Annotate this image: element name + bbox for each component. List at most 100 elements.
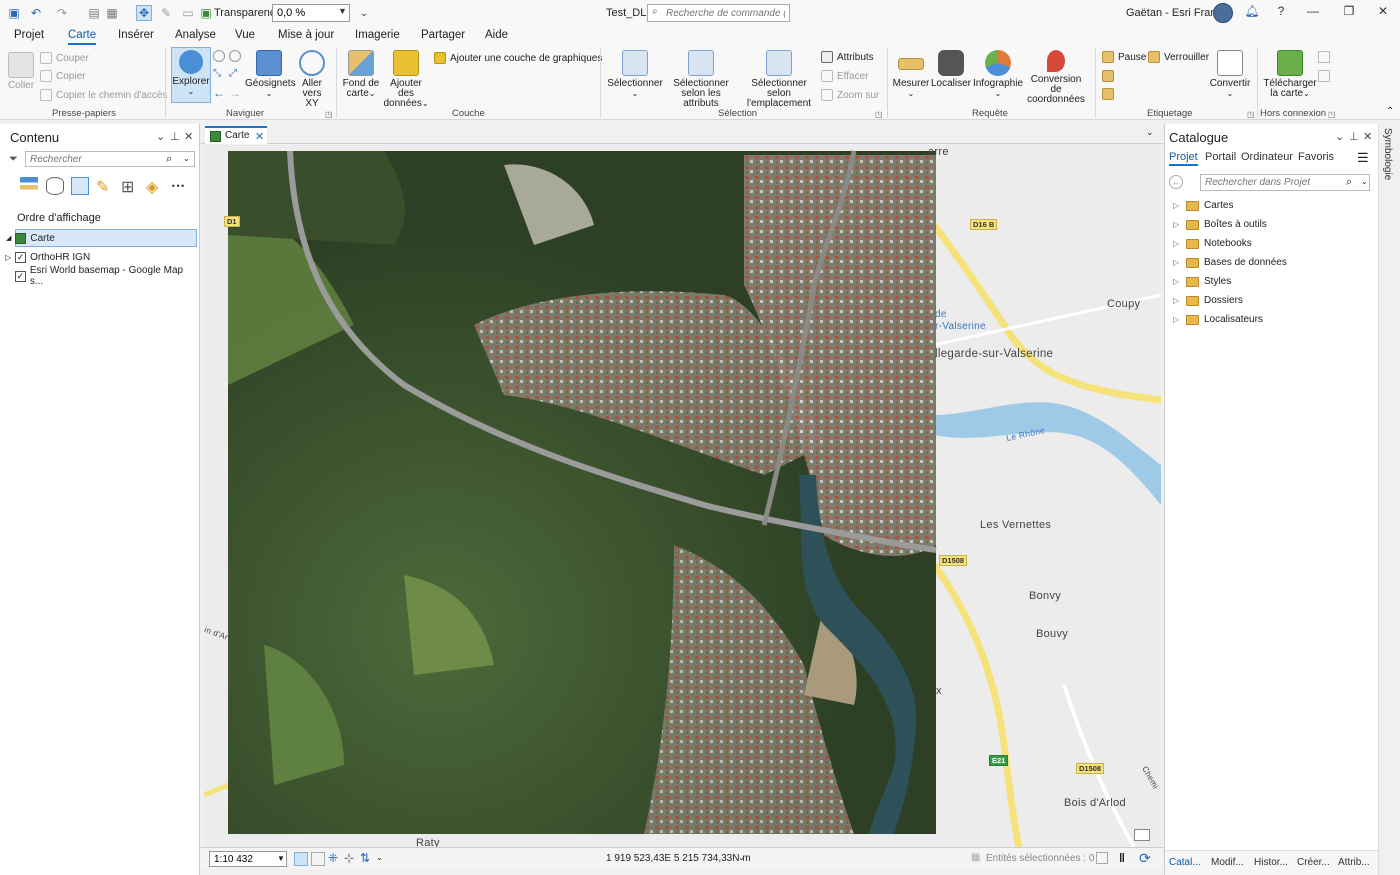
grid-icon[interactable] [294,852,308,866]
filter-icon[interactable]: ⏷ [9,153,18,166]
expand-caret-icon[interactable]: ◢ [6,234,11,242]
tab-imagerie[interactable]: Imagerie [355,29,400,41]
pane-menu-icon[interactable]: ⌄ [156,130,165,143]
close-icon[interactable]: ✕ [1363,130,1372,143]
download-map-button[interactable]: Télécharger la carte⌄ [1262,50,1318,99]
convert-coordinates-button[interactable]: Conversion de coordonnées [1024,50,1088,105]
catalog-tab-favorites[interactable]: Favoris [1298,151,1334,163]
attribution-icon[interactable] [1134,829,1150,841]
select-by-attributes-button[interactable]: Sélectionner selon les attributs [664,50,738,109]
list-by-snapping-icon[interactable]: ⊞ [121,177,139,196]
pin-icon[interactable]: ⊥ [170,130,180,143]
map-view-tab[interactable]: Carte ✕ [205,126,267,144]
remove-offline-icon[interactable] [1318,70,1330,82]
pin-icon[interactable]: ⊥ [1349,130,1359,143]
dialog-launcher-icon[interactable]: ◳ [875,110,883,119]
catalog-search-input[interactable] [1200,174,1370,191]
edit-icon[interactable]: ✎ [158,5,174,21]
expand-caret-icon[interactable]: ▷ [1173,258,1181,267]
pause-drawing-icon[interactable]: ‖ [1119,851,1125,865]
paste-button[interactable]: Coller [6,52,36,91]
catalog-item-locators[interactable]: ▷ Localisateurs [1173,314,1263,325]
convert-labels-button[interactable]: Convertir ⌄ [1208,50,1252,99]
dialog-launcher-icon[interactable]: ◳ [1328,110,1336,119]
list-by-drawing-order-icon[interactable] [20,177,38,195]
expand-caret-icon[interactable]: ▷ [1173,201,1181,210]
clear-selection-button[interactable]: Effacer [821,70,869,82]
attributes-button[interactable]: Attributs [821,51,874,63]
layer-row-basemap[interactable]: ✓ Esri World basemap - Google Map s... [15,265,197,287]
explore-tool-icon[interactable]: ✥ [136,5,152,21]
chevron-down-icon[interactable]: ⌄ [1361,177,1368,186]
measure-button[interactable]: Mesurer ⌄ [892,50,930,99]
list-by-selection-icon[interactable] [71,177,89,195]
select-button[interactable]: Sélectionner ⌄ [606,50,664,99]
chevron-down-icon[interactable]: ▼ [277,854,285,863]
notifications-icon[interactable]: 🔔︎ [1243,4,1261,22]
more-options-icon[interactable]: ⋯ [171,177,189,195]
goto-xy-button[interactable]: Aller vers XY [295,50,329,109]
tab-aide[interactable]: Aide [485,29,508,41]
tab-projet[interactable]: Projet [14,29,44,41]
search-icon[interactable]: ⌕ [1346,176,1352,189]
pane-tab-history[interactable]: Histor... [1254,857,1288,868]
expand-caret-icon[interactable]: ▷ [1173,277,1181,286]
catalog-tab-portal[interactable]: Portail [1205,151,1236,163]
pane-tab-attributes[interactable]: Attrib... [1338,857,1370,868]
list-by-data-source-icon[interactable] [46,177,64,195]
chevron-down-icon[interactable]: ⌄ [738,853,745,862]
chevron-down-icon[interactable]: ⌄ [183,154,190,163]
table-icon[interactable]: ▭ [180,5,196,21]
redo-icon[interactable]: ↷ [54,5,70,21]
command-search-input[interactable] [647,4,790,22]
view-unplaced-icon[interactable] [1102,70,1114,82]
catalog-item-databases[interactable]: ▷ Bases de données [1173,257,1287,268]
restore-button[interactable]: ❐ [1340,4,1358,22]
scale-input[interactable] [209,851,287,867]
basemap-button[interactable]: Fond de carte⌄ [341,50,381,99]
tab-carte[interactable]: Carte [68,29,97,45]
dialog-launcher-icon[interactable]: ◳ [1247,110,1255,119]
add-graphics-layer-button[interactable]: Ajouter une couche de graphiques [434,52,602,64]
pane-tab-modify[interactable]: Modif... [1211,857,1244,868]
tab-partager[interactable]: Partager [421,29,465,41]
chevron-down-icon[interactable]: ⌄ [1146,127,1154,138]
print-icon[interactable]: ▤ [86,5,102,21]
expand-caret-icon[interactable]: ▷ [1173,239,1181,248]
next-extent-icon[interactable]: → [229,86,241,100]
back-icon[interactable]: ← [1169,175,1183,189]
close-button[interactable]: ✕ [1374,4,1392,22]
layer-row-orthohr[interactable]: ▷ ✓ OrthoHR IGN [5,248,197,266]
copy-path-button[interactable]: Copier le chemin d'accès [40,89,167,101]
snapping-icon[interactable]: ⁜ [328,851,338,865]
minimize-button[interactable]: — [1304,4,1322,22]
help-icon[interactable]: ? [1272,4,1290,22]
expand-caret-icon[interactable]: ▷ [1173,296,1181,305]
catalog-tab-computer[interactable]: Ordinateur [1241,151,1293,163]
refresh-icon[interactable]: ⟳ [1139,850,1151,867]
layer-visibility-checkbox[interactable]: ✓ [15,251,27,263]
fixed-zoom-in-icon[interactable]: ⤡ [213,68,221,79]
search-icon[interactable]: ⌕ [166,153,172,166]
refresh-selection-icon[interactable] [1096,852,1108,864]
tab-inserer[interactable]: Insérer [118,29,154,41]
navigation-icon[interactable]: ⇅ [360,851,370,865]
expand-caret-icon[interactable]: ▷ [1173,315,1181,324]
pane-tab-create[interactable]: Créer... [1297,857,1330,868]
table-layout-icon[interactable] [311,852,325,866]
cut-button[interactable]: Couper [40,52,89,64]
pane-menu-icon[interactable]: ⌄ [1335,130,1344,143]
avatar[interactable] [1213,3,1233,23]
chevron-down-icon[interactable]: ⌄ [376,853,383,862]
chevron-down-icon[interactable]: ▼ [338,6,347,16]
crosshair-icon[interactable]: ⊹ [344,851,354,865]
more-labeling-icon[interactable] [1102,88,1114,100]
sync-icon[interactable] [1318,51,1330,63]
tab-vue[interactable]: Vue [235,29,255,41]
list-by-editing-icon[interactable]: ✎ [96,177,114,196]
map-canvas[interactable]: arre Coupy de r-Valserine llegarde-sur-V… [204,145,1161,847]
full-extent-icon[interactable] [213,50,225,62]
previous-extent-icon[interactable]: ← [213,86,225,100]
tab-analyse[interactable]: Analyse [175,29,216,41]
catalog-tab-project[interactable]: Projet [1169,151,1198,166]
